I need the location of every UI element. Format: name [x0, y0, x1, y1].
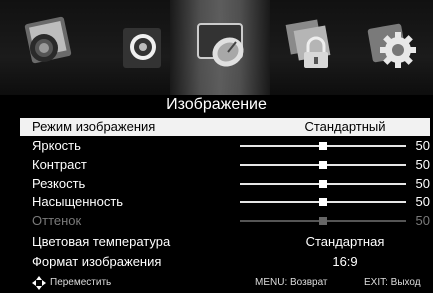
- tv-menu-screen: Изображение Режим изображения Стандартны…: [0, 0, 433, 293]
- color-temperature-label: Цветовая температура: [32, 234, 171, 249]
- gear-icon: [367, 23, 416, 68]
- brightness-row[interactable]: Яркость 50: [20, 137, 430, 155]
- contrast-row[interactable]: Контраст 50: [20, 156, 430, 174]
- contrast-label: Контраст: [32, 157, 87, 172]
- hue-row: Оттенок 50: [20, 212, 430, 230]
- contrast-value: 50: [415, 157, 430, 172]
- sound-tab[interactable]: [103, 14, 165, 76]
- contrast-slider[interactable]: [240, 161, 406, 169]
- saturation-row[interactable]: Насыщенность 50: [20, 193, 430, 211]
- hue-label: Оттенок: [32, 213, 82, 228]
- saturation-slider-knob[interactable]: [319, 198, 327, 206]
- navigation-arrows-icon: [32, 276, 46, 290]
- brightness-label: Яркость: [32, 138, 81, 153]
- menu-tab-bar: [0, 0, 433, 95]
- sharpness-row[interactable]: Резкость 50: [20, 175, 430, 193]
- sharpness-value: 50: [415, 176, 430, 191]
- picture-mode-value: Стандартный: [304, 119, 386, 134]
- lock-tab[interactable]: [278, 14, 340, 76]
- exit-hint: EXIT: Выход: [364, 277, 421, 288]
- sharpness-slider[interactable]: [240, 180, 406, 188]
- hue-slider-knob: [319, 217, 327, 225]
- picture-mode-label: Режим изображения: [32, 119, 156, 134]
- aspect-ratio-row[interactable]: Формат изображения 16:9: [20, 253, 430, 271]
- aspect-ratio-label: Формат изображения: [32, 254, 162, 269]
- menu-title: Изображение: [166, 96, 267, 113]
- saturation-slider[interactable]: [240, 198, 406, 206]
- brightness-slider[interactable]: [240, 142, 406, 150]
- setup-tab[interactable]: [360, 14, 422, 76]
- picture-tab[interactable]: [18, 14, 80, 76]
- color-temperature-row[interactable]: Цветовая температура Стандартная: [20, 233, 430, 251]
- hue-slider: [240, 217, 406, 225]
- sharpness-label: Резкость: [32, 176, 86, 191]
- color-temperature-value: Стандартная: [305, 234, 385, 249]
- channel-tab[interactable]: [190, 14, 252, 76]
- contrast-slider-knob[interactable]: [319, 161, 327, 169]
- aspect-ratio-value: 16:9: [332, 254, 358, 269]
- sharpness-slider-knob[interactable]: [319, 180, 327, 188]
- lock-icon: [285, 19, 331, 68]
- hue-value: 50: [415, 213, 430, 228]
- menu-back-hint: MENU: Возврат: [255, 277, 328, 288]
- satellite-icon: [197, 23, 244, 67]
- brightness-slider-knob[interactable]: [319, 142, 327, 150]
- saturation-label: Насыщенность: [32, 194, 124, 209]
- picture-mode-row[interactable]: Режим изображения Стандартный: [20, 118, 430, 136]
- move-hint: Переместить: [50, 277, 112, 288]
- brightness-value: 50: [415, 138, 430, 153]
- speaker-icon: [123, 28, 161, 68]
- saturation-value: 50: [415, 194, 430, 209]
- picture-icon: [24, 16, 72, 64]
- footer-hints: Переместить MENU: Возврат EXIT: Выход: [0, 272, 433, 293]
